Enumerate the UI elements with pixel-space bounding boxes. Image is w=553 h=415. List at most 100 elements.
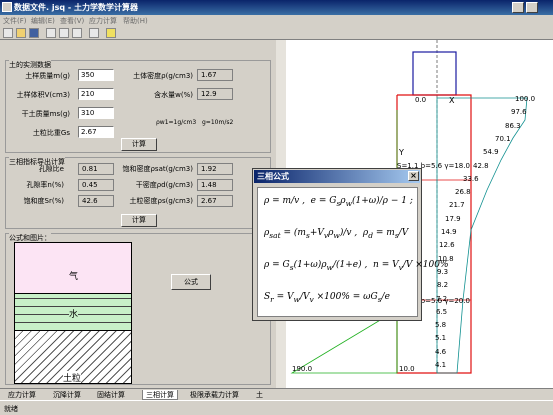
status-bar: 就绪	[0, 400, 553, 415]
stress-value: 4.1	[435, 361, 447, 369]
density-label: 土体密度ρ(g/cm3)	[133, 72, 193, 80]
stress-value: 5.1	[435, 334, 447, 343]
dry-density-label: 干密度ρd(g/cm3)	[135, 181, 193, 189]
density-output: 1.67	[197, 69, 233, 81]
stress-value: 54.9	[483, 148, 499, 157]
paste-icon[interactable]	[72, 28, 82, 38]
tab-consolidation[interactable]: 固结计算	[97, 390, 125, 400]
stress-value: 14.9	[441, 228, 457, 236]
tab-bearing-capacity[interactable]: 极限承载力计算	[190, 390, 239, 400]
stress-value: 26.8	[455, 188, 471, 197]
dialog-title-bar: 三相公式 ×	[254, 170, 420, 183]
menu-file[interactable]: 文件(F)	[3, 16, 27, 26]
stress-value: 21.7	[449, 201, 465, 210]
y-axis-label: Y	[399, 148, 404, 157]
sat-density-output: 1.92	[197, 163, 233, 175]
stress-value: 5.8	[435, 321, 447, 330]
dry-mass-label: 干土质量ms(g)	[21, 110, 70, 118]
gs-input[interactable]: 2.67	[78, 126, 114, 138]
menu-bar: 文件(F) 编辑(E) 查看(V) 应力计算 帮助(H)	[0, 15, 553, 27]
calculate-button-1[interactable]: 计算	[121, 138, 157, 151]
title-bar: 数据文件. jsq - 土力学数学计算器	[0, 0, 553, 15]
formula-rho-n: ρ = Gs(1+ω)ρw/(1+e) , n = Vv/V ×100%	[264, 260, 449, 272]
stress-value: 100.0	[515, 95, 536, 103]
tab-stress[interactable]: 应力计算	[8, 390, 36, 400]
footing-top	[412, 51, 457, 96]
porosity-output: 0.45	[78, 179, 114, 191]
saturation-output: 42.6	[78, 195, 114, 207]
water-density-note: ρw1=1g/cm3	[156, 119, 197, 126]
volume-label: 土样体积V(cm3)	[16, 91, 70, 99]
gravity-note: g=10m/s2	[202, 119, 234, 126]
soil-label: 土粒	[63, 371, 82, 383]
new-icon[interactable]	[3, 28, 13, 38]
tab-strip: 应力计算 沉降计算 固结计算 三相计算 极限承载力计算 土	[0, 388, 553, 400]
measured-data-group: 土的实测数据 土样质量m(g) 350 土样体积V(cm3) 210 干土质量m…	[5, 60, 271, 153]
menu-edit[interactable]: 编辑(E)	[31, 16, 55, 26]
tab-three-phase[interactable]: 三相计算	[142, 390, 178, 400]
tab-settlement[interactable]: 沉降计算	[53, 390, 81, 400]
stress-value: 33.6	[463, 174, 479, 183]
input-panel: 土的实测数据 土样质量m(g) 350 土样体积V(cm3) 210 干土质量m…	[0, 40, 286, 388]
formula-image-group: 公式和图片： 气 水 土粒 公式	[5, 233, 271, 385]
help-icon[interactable]	[106, 28, 116, 38]
volume-input[interactable]: 210	[78, 88, 114, 100]
stress-value: 17.9	[445, 214, 461, 223]
formula-button[interactable]: 公式	[171, 274, 211, 290]
gs-label: 土粒比重Gs	[32, 129, 70, 137]
dry-density-output: 1.48	[197, 179, 233, 191]
stress-value: 4.6	[435, 347, 447, 356]
bottom-left-value: 190.0	[292, 365, 313, 373]
formula-dialog: 三相公式 × ρ = m/v , e = Gsρw(1+ω)/ρ − 1 ; ρ…	[252, 168, 449, 321]
dry-mass-input[interactable]: 310	[78, 107, 114, 119]
app-icon	[2, 2, 12, 12]
dialog-title: 三相公式	[257, 172, 289, 181]
water-label: 水	[69, 307, 79, 320]
void-ratio-output: 0.81	[78, 163, 114, 175]
saturation-label: 饱和度Sr(%)	[23, 197, 64, 205]
minimize-button[interactable]	[512, 2, 524, 13]
calculate-button-2[interactable]: 计算	[121, 214, 157, 227]
stress-value: 70.1	[495, 134, 511, 143]
top-value-label: 0.0	[415, 96, 427, 104]
group-title: 土的实测数据	[9, 60, 51, 70]
save-icon[interactable]	[29, 28, 39, 38]
mass-label: 土样质量m(g)	[25, 72, 70, 80]
cut-icon[interactable]	[46, 28, 56, 38]
water-content-output: 12.9	[197, 88, 233, 100]
toolbar	[0, 27, 553, 40]
grain-density-output: 2.67	[197, 195, 233, 207]
formula-rho-sat: ρsat = (ms+Vvρw)/v , ρd = ms/V	[264, 228, 409, 240]
porosity-label: 孔隙率n(%)	[26, 181, 64, 189]
grain-density-label: 土粒密度ρs(g/cm3)	[129, 197, 193, 205]
stress-value: 8.2	[437, 281, 449, 290]
menu-help[interactable]: 帮助(H)	[123, 16, 148, 26]
close-window-button[interactable]	[526, 2, 538, 13]
formula-content: ρ = m/v , e = Gsρw(1+ω)/ρ − 1 ; ρsat = (…	[257, 187, 449, 317]
window-title: 数据文件. jsq - 土力学数学计算器	[14, 3, 138, 12]
mass-input[interactable]: 350	[78, 69, 114, 81]
tab-soil[interactable]: 土	[256, 390, 263, 400]
copy-icon[interactable]	[59, 28, 69, 38]
bottom-mid-value: 10.0	[399, 365, 415, 373]
stress-value: 6.5	[436, 307, 448, 316]
stress-value: 86.3	[505, 121, 521, 130]
menu-view[interactable]: 查看(V)	[60, 16, 84, 26]
print-icon[interactable]	[89, 28, 99, 38]
stress-value: 97.6	[511, 108, 527, 117]
gas-label: 气	[69, 272, 79, 282]
three-phase-image: 气 水 土粒	[14, 242, 132, 384]
void-ratio-label: 孔隙比e	[38, 165, 64, 173]
x-axis-label: X	[449, 96, 455, 105]
sat-density-label: 饱和密度ρsat(g/cm3)	[122, 165, 193, 173]
water-content-label: 含水量w(%)	[154, 91, 193, 99]
open-icon[interactable]	[16, 28, 26, 38]
stress-value: 12.6	[439, 241, 455, 250]
menu-stress[interactable]: 应力计算	[89, 16, 117, 26]
dialog-close-icon[interactable]: ×	[408, 171, 419, 181]
status-text: 就绪	[4, 405, 18, 413]
stress-value: 7.2	[436, 294, 448, 303]
formula-sr: Sr = Vw/Vv ×100% = ωGs/e	[264, 292, 390, 304]
formula-rho-e: ρ = m/v , e = Gsρw(1+ω)/ρ − 1 ;	[264, 196, 413, 208]
stress-value: 42.8	[473, 161, 489, 170]
